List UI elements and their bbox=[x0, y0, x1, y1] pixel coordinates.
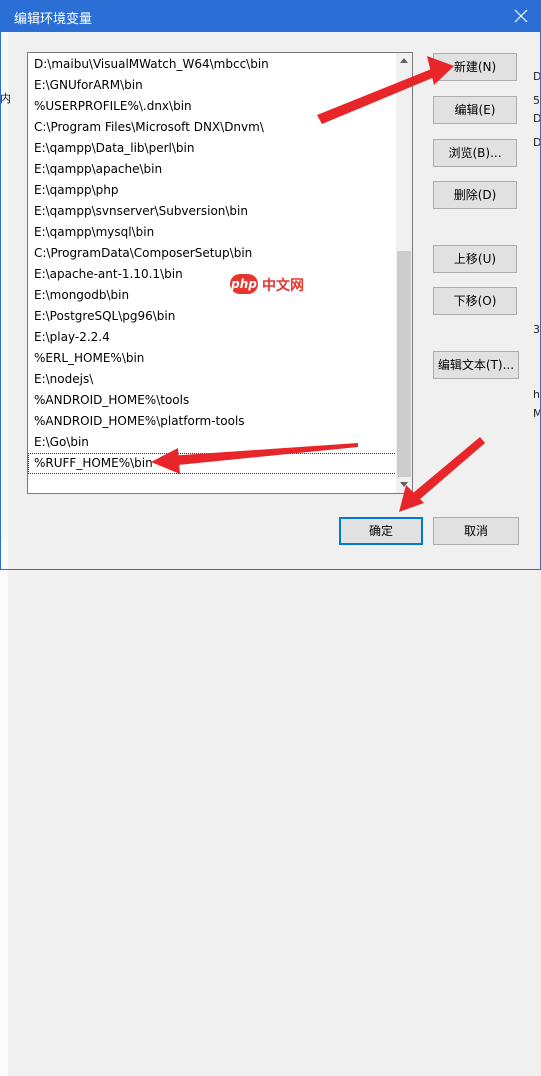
scroll-up-button[interactable] bbox=[396, 53, 412, 69]
path-list-item[interactable]: E:\GNUforARM\bin bbox=[28, 75, 397, 96]
path-list-item[interactable]: %USERPROFILE%\.dnx\bin bbox=[28, 96, 397, 117]
path-list-item[interactable]: %ANDROID_HOME%\tools bbox=[28, 390, 397, 411]
path-list-items: D:\maibu\VisualMWatch_W64\mbcc\bin E:\GNU… bbox=[28, 54, 397, 474]
path-list-item[interactable]: E:\qampp\Data_lib\perl\bin bbox=[28, 138, 397, 159]
new-button[interactable]: 新建(N) bbox=[433, 53, 517, 81]
vertical-scrollbar[interactable] bbox=[396, 53, 412, 493]
path-list-item[interactable]: E:\play-2.2.4 bbox=[28, 327, 397, 348]
chevron-up-icon bbox=[400, 58, 408, 63]
delete-button[interactable]: 删除(D) bbox=[433, 181, 517, 209]
dialog-title: 编辑环境变量 bbox=[14, 12, 93, 27]
edit-button[interactable]: 编辑(E) bbox=[433, 96, 517, 124]
window-border bbox=[0, 32, 1, 570]
background-text-fragment: h bbox=[533, 388, 540, 401]
path-list-item[interactable]: E:\qampp\apache\bin bbox=[28, 159, 397, 180]
path-list[interactable]: D:\maibu\VisualMWatch_W64\mbcc\bin E:\GNU… bbox=[27, 52, 413, 494]
path-list-item[interactable]: %ERL_HOME%\bin bbox=[28, 348, 397, 369]
edit-text-button[interactable]: 编辑文本(T)... bbox=[433, 351, 519, 379]
chevron-down-icon bbox=[400, 482, 408, 487]
scroll-thumb[interactable] bbox=[397, 251, 411, 477]
path-list-item[interactable]: C:\Program Files\Microsoft DNX\Dnvm\ bbox=[28, 117, 397, 138]
background-text-fragment: 内 bbox=[0, 92, 11, 105]
scroll-down-button[interactable] bbox=[396, 477, 412, 493]
path-list-item[interactable]: E:\qampp\svnserver\Subversion\bin bbox=[28, 201, 397, 222]
path-list-item[interactable]: C:\ProgramData\ComposerSetup\bin bbox=[28, 243, 397, 264]
close-button[interactable] bbox=[501, 0, 541, 32]
path-list-item[interactable]: E:\mongodb\bin bbox=[28, 285, 397, 306]
close-icon bbox=[514, 9, 528, 23]
watermark-logo: php bbox=[230, 274, 258, 294]
move-down-button[interactable]: 下移(O) bbox=[433, 287, 517, 315]
path-list-item[interactable]: E:\PostgreSQL\pg96\bin bbox=[28, 306, 397, 327]
path-list-item[interactable]: %RUFF_HOME%\bin bbox=[28, 453, 397, 474]
path-list-item[interactable]: E:\Go\bin bbox=[28, 432, 397, 453]
watermark: php 中文网 bbox=[230, 274, 320, 296]
path-list-item[interactable]: %ANDROID_HOME%\platform-tools bbox=[28, 411, 397, 432]
path-list-item[interactable]: E:\qampp\php bbox=[28, 180, 397, 201]
move-up-button[interactable]: 上移(U) bbox=[433, 245, 517, 273]
ok-button[interactable]: 确定 bbox=[339, 517, 423, 545]
path-list-item[interactable]: E:\nodejs\ bbox=[28, 369, 397, 390]
path-list-item[interactable]: E:\apache-ant-1.10.1\bin bbox=[28, 264, 397, 285]
background-window-right bbox=[0, 538, 8, 1076]
browse-button[interactable]: 浏览(B)... bbox=[433, 139, 517, 167]
background-window-left bbox=[0, 0, 8, 538]
path-list-item[interactable]: E:\qampp\mysql\bin bbox=[28, 222, 397, 243]
dialog-titlebar: 编辑环境变量 bbox=[0, 0, 541, 32]
cancel-button[interactable]: 取消 bbox=[433, 517, 519, 545]
watermark-text: 中文网 bbox=[262, 278, 304, 294]
path-list-item[interactable]: D:\maibu\VisualMWatch_W64\mbcc\bin bbox=[28, 54, 397, 75]
